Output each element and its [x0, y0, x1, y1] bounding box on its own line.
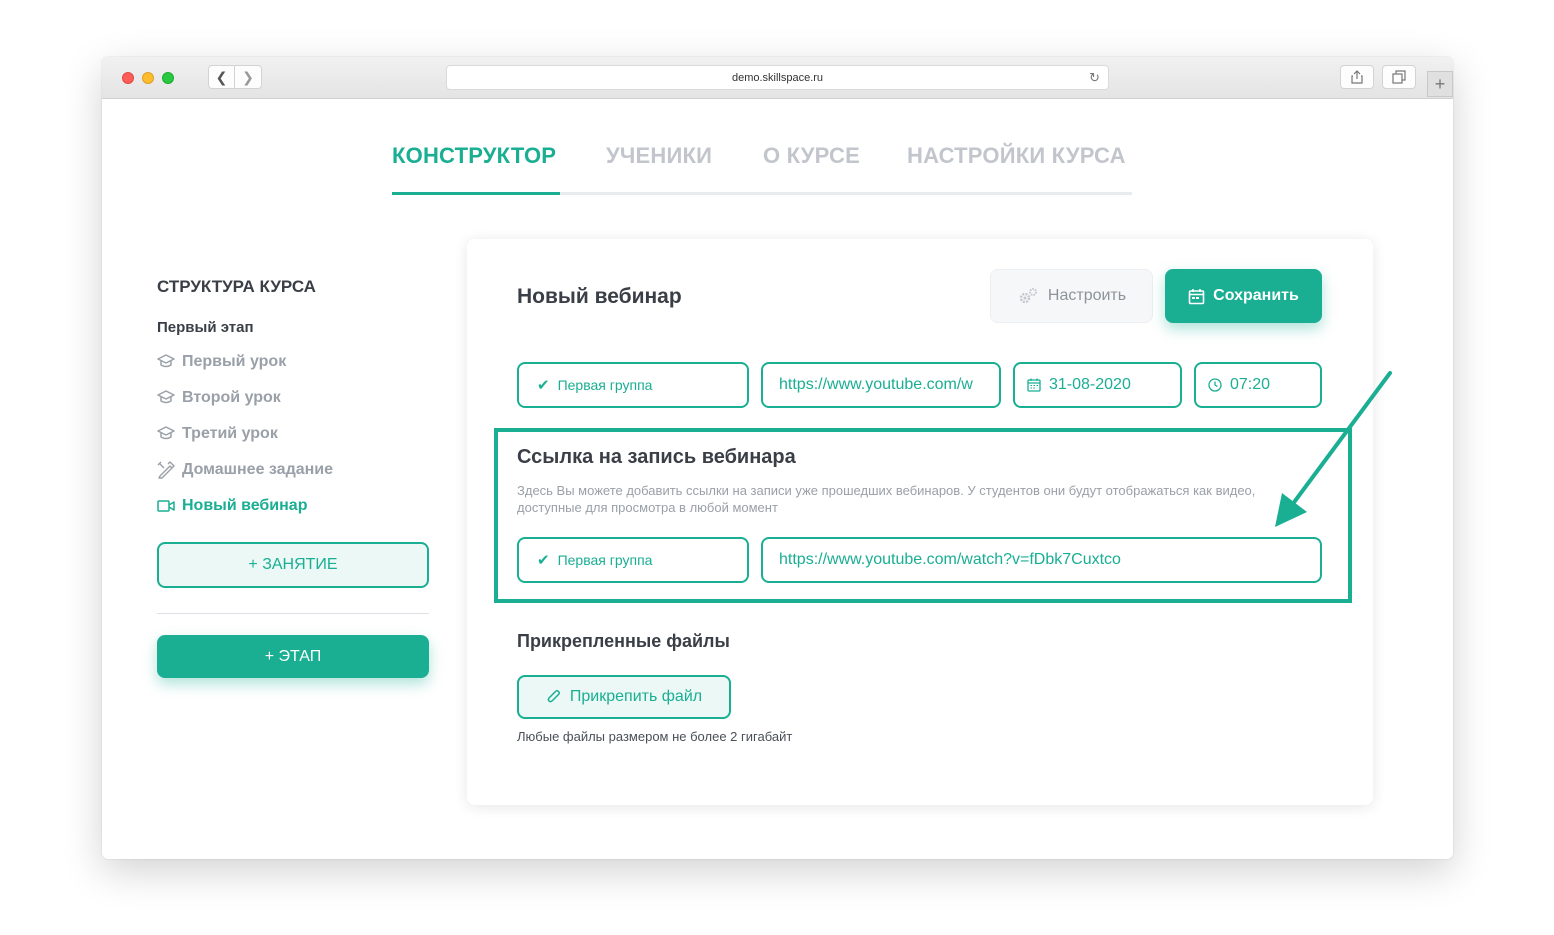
browser-window: ❮ ❯ demo.skillspace.ru ↻ + КОНСТРУКТОР У…	[102, 57, 1453, 859]
annotation-arrow	[1275, 371, 1392, 527]
